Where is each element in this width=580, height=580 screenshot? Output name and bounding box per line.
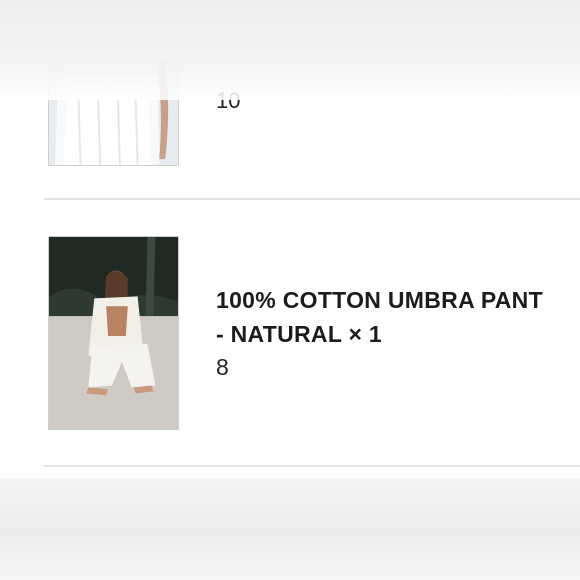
blur-overlay-top <box>0 0 580 100</box>
item-divider <box>44 198 580 200</box>
product-title[interactable]: 100% COTTON UMBRA PANT - NATURAL × 1 <box>216 283 580 351</box>
blur-overlay-bottom <box>0 478 580 580</box>
model-photo-icon[interactable] <box>48 236 179 430</box>
cart-page: 10 100% COTTON UMBRA PANT - NATURAL × 1 … <box>0 0 580 580</box>
product-value: 8 <box>216 354 229 380</box>
item-divider <box>44 465 580 467</box>
